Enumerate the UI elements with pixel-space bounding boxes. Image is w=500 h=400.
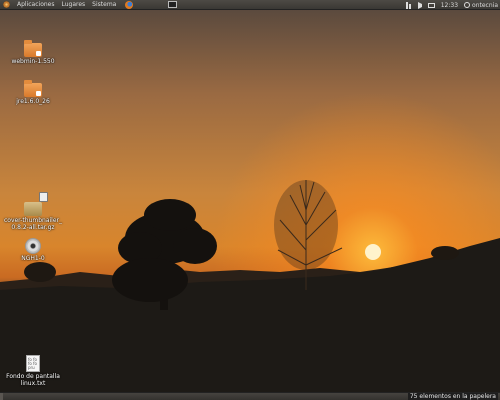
near-hill <box>0 238 500 392</box>
ubuntu-logo-icon[interactable] <box>3 1 10 8</box>
show-desktop-edge[interactable] <box>0 393 3 400</box>
menu-sistema[interactable]: Sistema <box>92 0 116 10</box>
desktop-icon-label: Fondo de pantalla linux.txt <box>3 373 63 387</box>
folder-icon <box>24 40 42 57</box>
volume-icon[interactable] <box>417 1 422 9</box>
emblem-icon <box>36 91 41 96</box>
sun <box>365 244 381 260</box>
mail-icon[interactable] <box>427 2 435 8</box>
desktop-icon-cover-thumbnailer[interactable]: cover-thumbnailer_ 0.8.2-all.tar.gz <box>3 192 63 231</box>
archive-icon <box>24 192 48 216</box>
bare-tree-crown <box>274 180 338 270</box>
label-line-2: 0.8.2-all.tar.gz <box>11 224 55 231</box>
emblem-icon <box>36 51 41 56</box>
clock[interactable]: 12:33 <box>441 2 458 9</box>
desktop-icon-label: jre1.6.0_26 <box>16 98 50 105</box>
desktop-icon-webmin[interactable]: webmin-1.550 <box>3 40 63 65</box>
label-line-1: cover-thumbnailer_ <box>3 217 63 224</box>
label-line-2: linux.txt <box>20 380 46 387</box>
wallpaper-landscape <box>0 180 500 392</box>
cd-icon <box>25 238 41 254</box>
label-line-1: Fondo de pantalla <box>6 373 60 380</box>
firefox-icon[interactable] <box>125 0 134 9</box>
menu-lugares[interactable]: Lugares <box>61 0 85 10</box>
system-tray: 12:33 ontecnia <box>405 0 498 10</box>
main-menu: Aplicaciones Lugares Sistema <box>0 0 134 10</box>
top-panel: Aplicaciones Lugares Sistema 12:33 ontec… <box>0 0 500 10</box>
desktop-icon-label: NGH1-0 <box>21 255 45 262</box>
desktop-icon-ngh[interactable]: NGH1-0 <box>3 238 63 262</box>
network-icon[interactable] <box>405 1 412 9</box>
preview-line: pru <box>28 365 35 370</box>
small-tree <box>431 246 459 260</box>
show-desktop-icon <box>168 1 177 8</box>
text-file-icon: fo fo fo fo pru <box>26 355 40 372</box>
emblem-icon <box>39 192 48 202</box>
user-menu[interactable]: ontecnia <box>464 2 498 9</box>
desktop[interactable]: webmin-1.550 jre1.6.0_26 cover-thumbnail… <box>0 10 500 392</box>
show-desktop-button[interactable] <box>168 1 177 8</box>
user-name: ontecnia <box>472 1 498 9</box>
folder-icon <box>24 80 42 97</box>
menu-aplicaciones[interactable]: Aplicaciones <box>17 0 54 10</box>
trash-status[interactable]: 75 elementos en la papelera <box>407 393 498 400</box>
user-icon <box>464 2 471 8</box>
desktop-icon-fondo-txt[interactable]: fo fo fo fo pru Fondo de pantalla linux.… <box>3 355 63 387</box>
small-tree-left <box>24 262 56 282</box>
desktop-icon-jre[interactable]: jre1.6.0_26 <box>3 80 63 105</box>
desktop-icon-label: cover-thumbnailer_ 0.8.2-all.tar.gz <box>3 217 63 231</box>
bottom-panel: 75 elementos en la papelera <box>0 392 500 400</box>
desktop-icon-label: webmin-1.550 <box>11 58 55 65</box>
